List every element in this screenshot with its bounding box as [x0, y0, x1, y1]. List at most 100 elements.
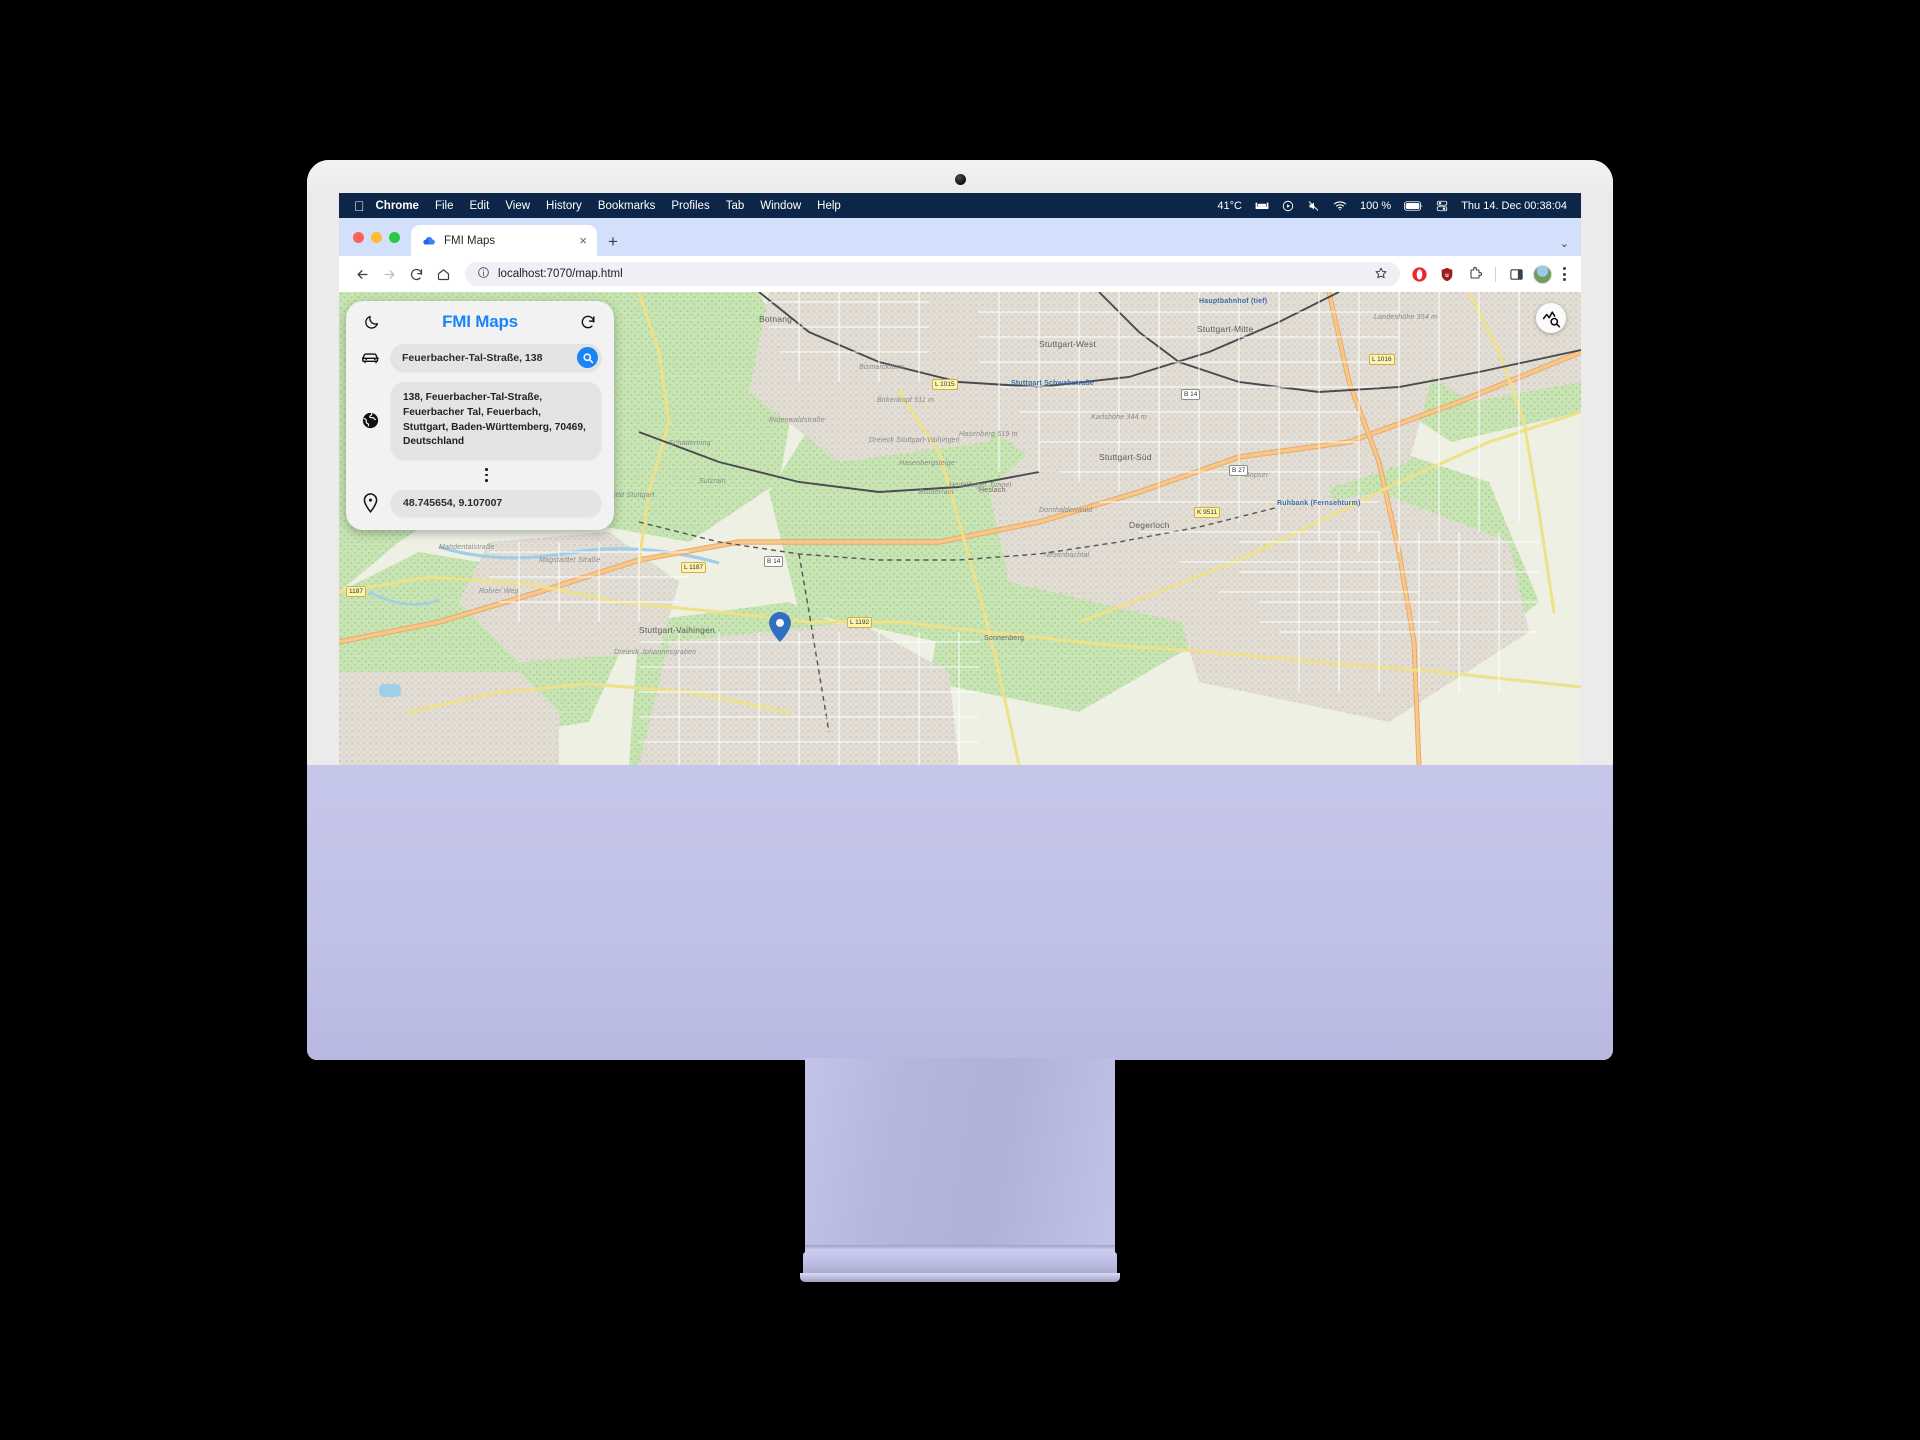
map-road-shield: L 1187: [681, 562, 707, 573]
map-road-shield: B 27: [1229, 465, 1249, 476]
chrome-tabstrip: FMI Maps × + ⌄: [339, 218, 1581, 256]
menu-item-chrome[interactable]: Chrome: [376, 200, 419, 212]
imac-device:  Chrome File Edit View History Bookmark…: [307, 160, 1613, 1060]
result-address-card[interactable]: 138, Feuerbacher-Tal-Straße, Feuerbacher…: [391, 382, 601, 460]
map-label: Stuttgart-Mitte: [1197, 324, 1254, 334]
forward-button[interactable]: [376, 261, 403, 288]
minimize-window-button[interactable]: [371, 231, 382, 243]
map-label: Schattenring: [669, 440, 711, 447]
address-bar[interactable]: localhost:7070/map.html: [465, 262, 1400, 286]
ublock-shield-icon[interactable]: u: [1436, 263, 1458, 285]
imac-chin: [307, 765, 1613, 1060]
site-info-icon[interactable]: [477, 266, 490, 282]
battery-percent-label: 100 %: [1360, 199, 1392, 212]
map-road-shield: 1187: [346, 586, 366, 597]
map-label: Dornhaldenwald: [1039, 507, 1093, 514]
svg-text:u: u: [1445, 272, 1449, 278]
side-panel-icon[interactable]: [1505, 263, 1527, 285]
macos-menubar:  Chrome File Edit View History Bookmark…: [339, 193, 1581, 218]
menu-item-bookmarks[interactable]: Bookmarks: [598, 200, 656, 212]
coordinates-value: 48.745654, 9.107007: [403, 496, 503, 509]
home-button[interactable]: [430, 261, 457, 288]
fmi-maps-panel: FMI Maps Feuerbacher-Tal-Straße, 138 138…: [346, 301, 614, 530]
browser-tab[interactable]: FMI Maps ×: [411, 225, 597, 256]
map-road-shield: K 9511: [1194, 507, 1221, 518]
webcam-icon: [954, 174, 966, 185]
maximize-window-button[interactable]: [389, 231, 400, 243]
map-label: Hauptbahnhof (tief): [1199, 298, 1268, 305]
map-label: Magstadter Straße: [539, 557, 601, 564]
menu-item-tab[interactable]: Tab: [726, 200, 745, 212]
map-label: Rohrer Weg: [479, 588, 519, 595]
map-label: Stuttgart-Süd: [1099, 452, 1152, 462]
map-label: Botnang: [759, 314, 793, 324]
refresh-icon[interactable]: [578, 312, 598, 332]
apple-icon[interactable]: : [354, 199, 365, 213]
result-row: 138, Feuerbacher-Tal-Straße, Feuerbacher…: [359, 382, 601, 460]
tab-title: FMI Maps: [444, 234, 496, 247]
menu-item-profiles[interactable]: Profiles: [671, 200, 709, 212]
play-circle-icon[interactable]: [1282, 200, 1294, 212]
opera-extension-icon[interactable]: [1408, 263, 1430, 285]
new-tab-button[interactable]: +: [608, 233, 618, 250]
reload-button[interactable]: [403, 261, 430, 288]
map-road-shield: B 14: [764, 556, 784, 567]
map-label: Landeshöhe 354 m: [1374, 314, 1438, 321]
clock-datetime[interactable]: Thu 14. Dec 00:38:04: [1461, 200, 1567, 212]
close-window-button[interactable]: [353, 231, 364, 243]
map-marker[interactable]: [769, 612, 791, 642]
globe-icon[interactable]: [359, 411, 381, 430]
profile-avatar[interactable]: [1533, 264, 1552, 284]
map-road-shield: L 1016: [1369, 354, 1395, 365]
battery-icon[interactable]: [1404, 200, 1423, 211]
map-label: Dreieck Johannesgraben: [614, 649, 697, 656]
tab-search-chevron-icon[interactable]: ⌄: [1560, 237, 1569, 250]
temperature-status[interactable]: 41°C: [1217, 200, 1242, 212]
menu-item-window[interactable]: Window: [760, 200, 801, 212]
control-center-icon[interactable]: [1436, 200, 1448, 212]
map-label: Bruderrain: [919, 489, 954, 496]
menu-item-file[interactable]: File: [435, 200, 454, 212]
menu-item-help[interactable]: Help: [817, 200, 841, 212]
map-label: Stuttgart-West: [1039, 339, 1096, 349]
route-search-icon[interactable]: [1536, 303, 1566, 333]
menu-item-view[interactable]: View: [505, 200, 530, 212]
map-label: Karlshöhe 344 m: [1091, 414, 1147, 421]
car-icon[interactable]: [359, 350, 381, 366]
map-label: Ruhbank (Fernsehturm): [1277, 500, 1361, 507]
menubar-status-area: 41°C 100 % Thu 14. Dec 00:38:04: [1217, 200, 1572, 212]
chrome-toolbar: localhost:7070/map.html u: [339, 256, 1581, 292]
map-label: Dreieck Stuttgart-Vaihingen: [869, 437, 960, 444]
window-traffic-lights: [349, 218, 411, 256]
menu-item-history[interactable]: History: [546, 200, 582, 212]
map-label: Sulzrain: [699, 478, 726, 485]
search-input[interactable]: Feuerbacher-Tal-Straße, 138: [391, 344, 601, 371]
bed-icon[interactable]: [1255, 200, 1269, 211]
map-label: Rotenwaldstraße: [769, 417, 825, 424]
imac-screen:  Chrome File Edit View History Bookmark…: [339, 193, 1581, 765]
map-viewport[interactable]: Botnang Stuttgart-West Stuttgart-Mitte Haup…: [339, 292, 1581, 765]
menu-item-edit[interactable]: Edit: [469, 200, 489, 212]
coordinates-field[interactable]: 48.745654, 9.107007: [391, 489, 601, 516]
cloud-favicon: [422, 234, 436, 248]
screenshot-scene:  Chrome File Edit View History Bookmark…: [0, 0, 1920, 1440]
moon-icon[interactable]: [362, 312, 382, 332]
star-icon[interactable]: [1374, 266, 1388, 283]
close-tab-button[interactable]: ×: [577, 234, 589, 247]
extensions-puzzle-icon[interactable]: [1464, 263, 1486, 285]
search-icon[interactable]: [577, 347, 598, 368]
imac-stand-foot: [800, 1273, 1120, 1282]
speaker-muted-icon[interactable]: [1307, 200, 1320, 212]
map-label: Degerloch: [1129, 520, 1170, 530]
back-button[interactable]: [349, 261, 376, 288]
map-label: Stuttgart-Vaihingen: [639, 625, 715, 635]
toolbar-divider: [1495, 266, 1496, 282]
panel-title: FMI Maps: [442, 312, 518, 331]
map-label: Bopser: [1245, 472, 1269, 479]
search-input-value: Feuerbacher-Tal-Straße, 138: [402, 351, 543, 364]
location-pin-icon[interactable]: [359, 493, 381, 513]
map-label: Bismarckturm: [859, 364, 905, 371]
kebab-menu-icon[interactable]: [1558, 267, 1571, 281]
search-row: Feuerbacher-Tal-Straße, 138: [359, 344, 601, 371]
wifi-icon[interactable]: [1333, 200, 1347, 211]
